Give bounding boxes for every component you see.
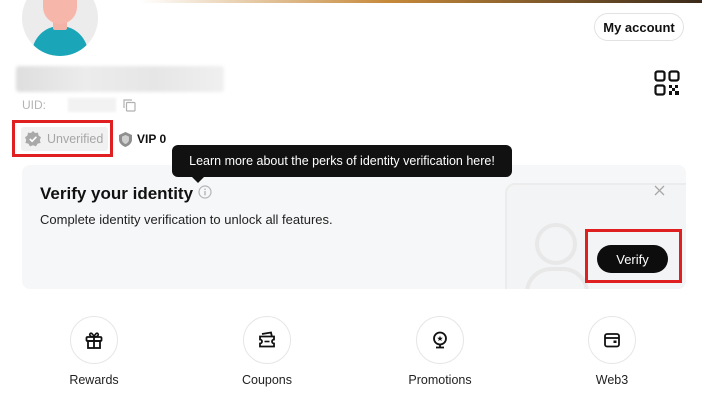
coupon-icon [259, 331, 275, 348]
tooltip-arrow [191, 176, 205, 183]
quick-link-label: Web3 [595, 373, 629, 387]
username-redacted [16, 66, 224, 92]
verify-card-description: Complete identity verification to unlock… [40, 212, 333, 227]
vip-shield-icon [119, 131, 132, 147]
info-icon[interactable] [198, 185, 212, 199]
vip-label: VIP 0 [137, 132, 167, 146]
avatar[interactable] [22, 0, 98, 56]
badge-icon [433, 331, 447, 349]
verification-tooltip: Learn more about the perks of identity v… [172, 145, 512, 177]
quick-link-web3[interactable]: Web3 [552, 316, 672, 396]
quick-link-label: Coupons [241, 373, 293, 387]
highlight-box-unverified [12, 120, 113, 157]
my-account-button[interactable]: My account [594, 13, 684, 41]
close-icon[interactable] [654, 185, 665, 196]
wallet-icon [604, 333, 620, 348]
tooltip-text: Learn more about the perks of identity v… [189, 154, 495, 168]
quick-link-promotions[interactable]: Promotions [380, 316, 500, 396]
quick-link-label: Rewards [69, 373, 119, 387]
qr-code-icon[interactable] [654, 70, 680, 96]
verify-card-title: Verify your identity [40, 184, 194, 203]
uid-value-redacted [68, 98, 116, 112]
highlight-box-verify [585, 229, 682, 283]
gift-icon [85, 332, 103, 349]
uid-label: UID: [22, 98, 46, 112]
vip-badge[interactable]: VIP 0 [117, 130, 166, 148]
quick-link-label: Promotions [408, 373, 472, 387]
quick-link-coupons[interactable]: Coupons [207, 316, 327, 396]
quick-link-rewards[interactable]: Rewards [34, 316, 154, 396]
copy-icon[interactable] [123, 99, 136, 112]
top-gradient-bar [0, 0, 702, 3]
